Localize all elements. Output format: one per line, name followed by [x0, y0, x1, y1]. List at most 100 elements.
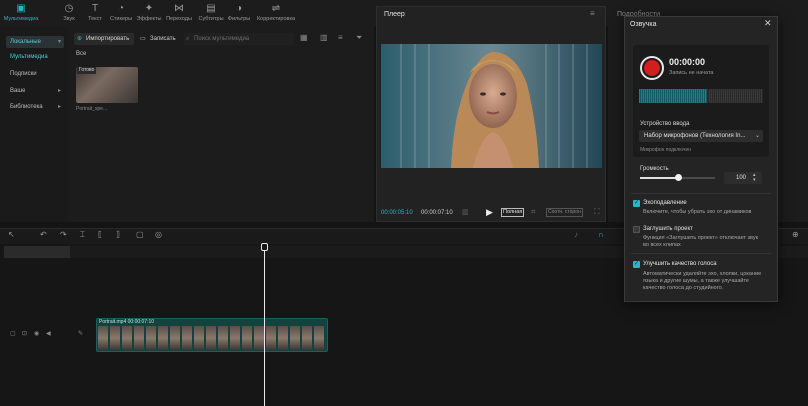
filter-icon[interactable]: ⏷	[356, 33, 362, 43]
media-icon: ▣	[16, 3, 26, 14]
track-visibility-icon[interactable]: ◉	[34, 330, 39, 337]
crop-icon[interactable]: ⌗	[531, 207, 536, 217]
full-quality-button[interactable]: Полная	[501, 208, 525, 217]
total-time: 00:00:07:10	[421, 210, 453, 216]
volume-slider-handle[interactable]	[675, 174, 682, 181]
chevron-right-icon: ▸	[57, 104, 61, 110]
undo-icon[interactable]: ↶	[40, 230, 47, 239]
ruler-highlight	[4, 246, 70, 258]
delete-icon[interactable]: ▢	[136, 230, 144, 239]
toolbar-filters[interactable]: ◑ Фильтры	[224, 3, 254, 23]
recording-timer: 00:00:00	[669, 57, 706, 67]
echo-cancel-checkbox[interactable]: ✓	[633, 200, 640, 207]
record-dot-icon[interactable]	[644, 60, 660, 76]
clip-frame	[254, 326, 264, 350]
divider	[631, 253, 771, 254]
magnet-icon[interactable]: ∩	[598, 230, 604, 239]
clip-frame	[266, 326, 276, 350]
video-frame	[381, 44, 602, 168]
mute-project-desc: Функция «Заглушить проект» отключает зву…	[643, 235, 758, 248]
toolbar-transitions[interactable]: ⋈ Переходы	[164, 3, 194, 23]
close-icon[interactable]: ✕	[764, 18, 772, 29]
track-lock-icon[interactable]: ⊡	[22, 330, 27, 337]
plus-icon: ⊕	[77, 36, 83, 42]
import-button[interactable]: ⊕ Импортировать	[74, 33, 134, 45]
clip-frame	[230, 326, 240, 350]
echo-cancel-label: Эхоподавление	[643, 200, 687, 206]
echo-cancel-desc: Включите, чтобы убрать эхо от динамиков	[643, 209, 752, 215]
effects-icon: ✦	[144, 3, 154, 14]
mute-project-label: Заглушить проект	[643, 226, 693, 232]
dialog-title: Озвучка	[630, 21, 657, 28]
all-media-label: Все	[76, 51, 87, 57]
enhance-voice-checkbox[interactable]: ✓	[633, 261, 640, 268]
volume-slider-fill	[640, 177, 678, 179]
adjust-icon: ⇌	[271, 3, 281, 14]
video-preview	[381, 44, 602, 168]
sidebar-item-yours[interactable]: Ваше ▸	[6, 85, 64, 97]
cover-icon[interactable]: ✎	[78, 330, 83, 337]
sidebar-item-media[interactable]: Мультимедиа	[6, 51, 64, 63]
aspect-ratio-button[interactable]: Соотн. сторон	[546, 208, 583, 217]
current-time: 00:00:05:10	[381, 210, 413, 216]
menu-icon[interactable]: ≡	[590, 9, 595, 18]
enhance-voice-label: Улучшить качество голоса	[643, 261, 717, 267]
media-panel	[68, 26, 374, 222]
input-device-select[interactable]: Набор микрофонов (Технология In... ⌄	[639, 130, 763, 142]
toolbar-stickers[interactable]: ◔ Стикеры	[106, 3, 136, 23]
clip-frame	[158, 326, 168, 350]
search-icon: ⌕	[186, 36, 190, 42]
clip-frame	[170, 326, 180, 350]
chevron-right-icon: ▸	[57, 88, 61, 94]
sidebar-item-subscriptions[interactable]: Подписки	[6, 68, 64, 80]
sidebar-item-library[interactable]: Библиотека ▸	[6, 101, 64, 113]
track-lock-icon[interactable]: ▢	[10, 330, 16, 337]
added-badge: Готово	[77, 67, 97, 74]
toolbar-effects[interactable]: ✦ Эффекты	[134, 3, 164, 23]
input-device-label: Устройство ввода	[640, 121, 690, 127]
sort-icon[interactable]: ≡	[338, 33, 343, 42]
media-search-input[interactable]: ⌕ Поиск мультимедиа	[184, 33, 294, 45]
freeze-icon[interactable]: ◎	[155, 230, 162, 239]
playhead-handle[interactable]	[261, 243, 268, 251]
chevron-down-icon: ⌄	[754, 133, 760, 139]
playhead[interactable]	[264, 246, 265, 406]
toolbar-subtitles[interactable]: ▤ Субтитры	[196, 3, 226, 23]
clip-frame	[134, 326, 144, 350]
mute-project-checkbox[interactable]	[633, 226, 640, 233]
volume-input[interactable]: 100	[724, 172, 762, 184]
play-icon[interactable]: ▶	[486, 207, 493, 218]
sticker-icon: ◔	[117, 3, 125, 14]
thumbnail-filename: Portrait_spe...	[76, 106, 108, 112]
zoom-in-icon[interactable]: ⊕	[792, 230, 799, 239]
device-status-hint: Микрофон подключен	[640, 147, 691, 153]
timeline-view-icon[interactable]: ▥	[462, 208, 469, 216]
grid-view-icon[interactable]: ▦	[300, 33, 308, 42]
toolbar-media[interactable]: ▣ Мультимедиа	[2, 3, 40, 23]
clip-frame	[314, 326, 324, 350]
sidebar-item-local[interactable]: Локальные ▾	[6, 36, 64, 48]
player-title: Плеер	[384, 11, 405, 18]
clip-frame	[242, 326, 252, 350]
clip-frame	[278, 326, 288, 350]
recording-status: Запись не начата	[669, 70, 714, 76]
audio-level-fill	[639, 89, 707, 103]
toolbar-adjust[interactable]: ⇌ Корректировка	[256, 3, 296, 23]
audio-level-empty	[709, 89, 763, 103]
clip-frame	[290, 326, 300, 350]
fullscreen-icon[interactable]: ⛶	[594, 207, 600, 217]
divider	[631, 193, 771, 194]
track-audio-icon[interactable]: ◀	[46, 330, 51, 337]
record-screen-button[interactable]: ▭ Записать	[140, 33, 182, 45]
view-options-icon[interactable]: ▥	[320, 33, 328, 42]
select-tool-icon[interactable]: ↖	[8, 230, 15, 239]
clip-frame	[302, 326, 312, 350]
volume-stepper-icon[interactable]: ▴ ▾	[753, 173, 756, 183]
clip-frame	[110, 326, 120, 350]
redo-icon[interactable]: ↷	[60, 230, 67, 239]
mic-icon[interactable]: ♪	[574, 230, 578, 239]
trim-right-icon[interactable]: ⟧	[116, 230, 120, 239]
trim-left-icon[interactable]: ⟦	[98, 230, 102, 239]
split-icon[interactable]: ⌶	[80, 230, 85, 240]
clip-label: Portrait.mp4 00:00:07:10	[99, 319, 155, 325]
